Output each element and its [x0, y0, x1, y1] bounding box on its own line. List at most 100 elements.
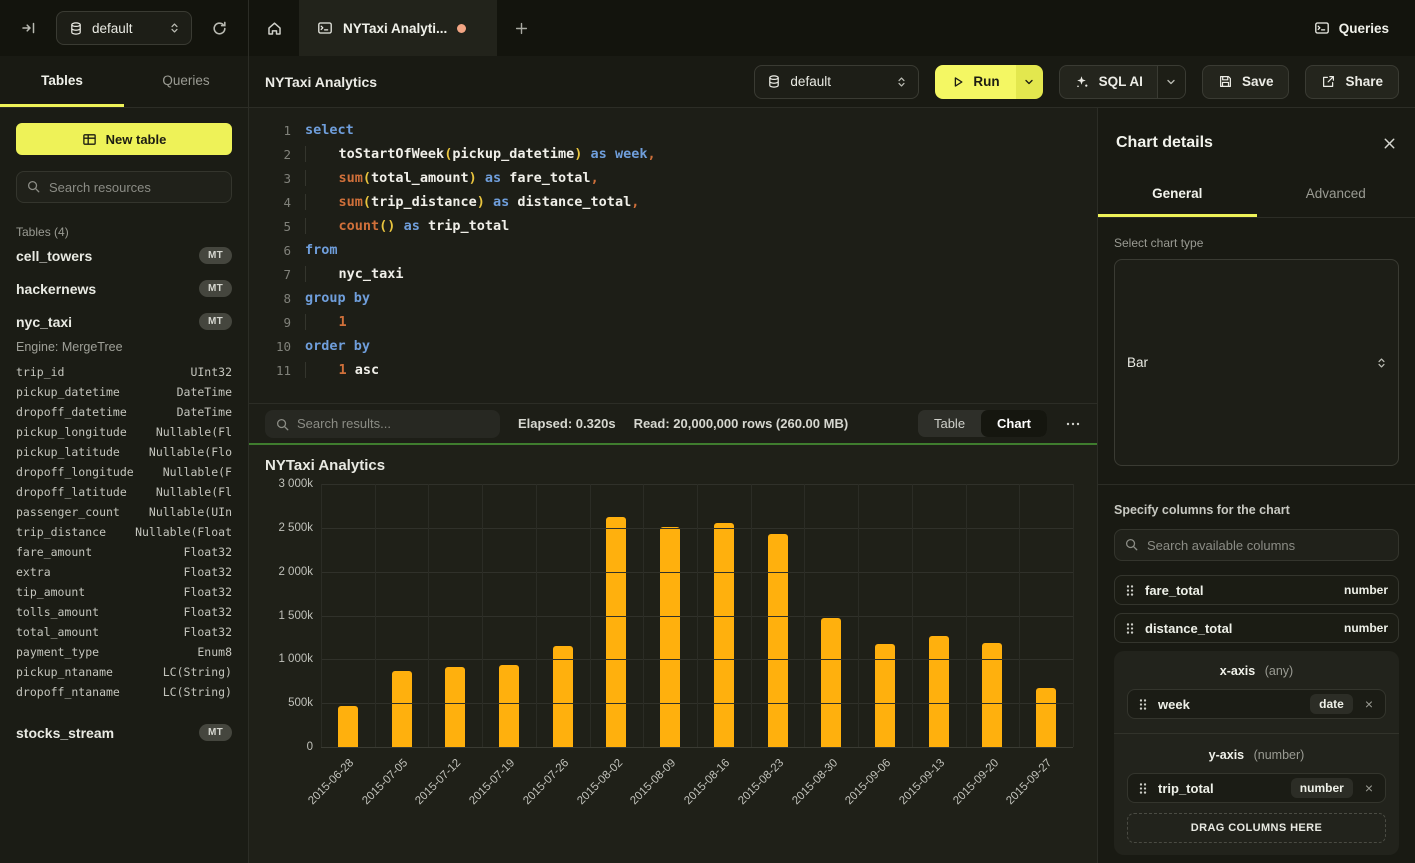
column-name: dropoff_longitude — [16, 465, 134, 479]
run-button[interactable]: Run — [935, 65, 1015, 99]
drag-handle-icon[interactable] — [1138, 782, 1148, 795]
bar[interactable] — [1036, 688, 1056, 747]
tab-general[interactable]: General — [1098, 174, 1257, 217]
sql-ai-options-button[interactable] — [1157, 66, 1185, 98]
terminal-icon — [1314, 20, 1330, 36]
sql-ai-button[interactable]: SQL AI — [1060, 66, 1157, 98]
tab-advanced[interactable]: Advanced — [1257, 174, 1415, 217]
home-icon — [266, 20, 283, 37]
search-columns-input[interactable] — [1114, 529, 1399, 561]
table-row[interactable]: nyc_taxiMT — [16, 305, 232, 338]
code-line: 5 count() as trip_total — [249, 214, 1097, 238]
new-tab-button[interactable] — [497, 0, 545, 56]
table-row[interactable]: hackernewsMT — [16, 272, 232, 305]
bar[interactable] — [499, 665, 519, 747]
more-options-icon[interactable] — [1065, 416, 1081, 432]
column-chip[interactable]: trip_totalnumber× — [1127, 773, 1386, 803]
drag-columns-dropzone[interactable]: DRAG COLUMNS HERE — [1127, 813, 1386, 843]
share-button[interactable]: Share — [1305, 65, 1399, 99]
gridline-vertical — [536, 484, 537, 747]
gridline-vertical — [428, 484, 429, 747]
drag-handle-icon[interactable] — [1125, 622, 1135, 635]
column-type: Nullable(Flo — [149, 445, 232, 459]
search-results-input[interactable] — [265, 410, 500, 438]
column-row: dropoff_datetimeDateTime — [16, 402, 232, 422]
tab-title: NYTaxi Analyti... — [343, 21, 447, 36]
bar[interactable] — [606, 517, 626, 747]
column-row: pickup_datetimeDateTime — [16, 382, 232, 402]
table-engine-label: Engine: MergeTree — [16, 338, 232, 362]
bar[interactable] — [768, 534, 788, 747]
column-chip[interactable]: weekdate× — [1127, 689, 1386, 719]
run-options-button[interactable] — [1016, 65, 1043, 99]
sql-editor[interactable]: 1select2 toStartOfWeek(pickup_datetime) … — [249, 108, 1097, 403]
bar[interactable] — [714, 523, 734, 747]
bar[interactable] — [982, 643, 1002, 747]
sidebar-tab-tables[interactable]: Tables — [0, 56, 124, 107]
table-row[interactable]: cell_towersMT — [16, 239, 232, 272]
column-type: Nullable(UIn — [149, 505, 232, 519]
results-search — [265, 410, 500, 438]
refresh-icon[interactable] — [204, 13, 234, 43]
remove-column-icon[interactable]: × — [1363, 780, 1375, 796]
x-axis-hint: (any) — [1265, 664, 1293, 678]
column-row: fare_amountFloat32 — [16, 542, 232, 562]
drag-handle-icon[interactable] — [1125, 584, 1135, 597]
code-lines: 1select2 toStartOfWeek(pickup_datetime) … — [249, 118, 1097, 382]
view-toggle-table[interactable]: Table — [918, 410, 981, 437]
search-icon — [26, 179, 41, 194]
database-selector[interactable]: default — [56, 11, 192, 45]
columns-search — [1114, 529, 1399, 561]
close-icon[interactable] — [1382, 136, 1397, 151]
code-line: 9 1 — [249, 310, 1097, 334]
code-line: 7 nyc_taxi — [249, 262, 1097, 286]
column-name: fare_amount — [16, 545, 92, 559]
code-text: count() as trip_total — [305, 214, 509, 238]
run-database-selector[interactable]: default — [754, 65, 919, 99]
collapse-sidebar-icon[interactable] — [14, 13, 44, 43]
bar[interactable] — [660, 527, 680, 747]
bar[interactable] — [553, 646, 573, 747]
gridline-vertical — [643, 484, 644, 747]
sparkles-icon — [1074, 74, 1090, 90]
tables-list: cell_towersMThackernewsMTnyc_taxiMTEngin… — [16, 239, 232, 749]
remove-column-icon[interactable]: × — [1363, 696, 1375, 712]
column-row: total_amountFloat32 — [16, 622, 232, 642]
bar[interactable] — [445, 667, 465, 747]
queries-button[interactable]: Queries — [1288, 0, 1415, 56]
gridline-vertical — [858, 484, 859, 747]
chart-details-title: Chart details — [1116, 134, 1213, 152]
code-text: 1 asc — [305, 358, 379, 382]
line-number: 8 — [249, 291, 291, 306]
home-tab-button[interactable] — [249, 0, 299, 56]
column-name: pickup_longitude — [16, 425, 127, 439]
sidebar-tab-queries[interactable]: Queries — [124, 56, 248, 107]
chart-type-selector[interactable]: Bar — [1114, 259, 1399, 466]
drag-handle-icon[interactable] — [1138, 698, 1148, 711]
bar[interactable] — [338, 706, 358, 747]
save-icon — [1218, 74, 1233, 89]
column-name: pickup_datetime — [16, 385, 120, 399]
new-table-button[interactable]: New table — [16, 123, 232, 155]
editor-toolbar: NYTaxi Analytics default Run SQL AI — [249, 56, 1415, 108]
code-text: from — [305, 238, 338, 262]
queries-button-label: Queries — [1339, 21, 1389, 36]
axes-card: x-axis (any) weekdate× y-axis (number) t… — [1114, 651, 1399, 855]
line-number: 9 — [249, 315, 291, 330]
save-button[interactable]: Save — [1202, 65, 1290, 99]
table-row[interactable]: stocks_streamMT — [16, 716, 232, 749]
search-resources-input[interactable] — [16, 171, 232, 203]
tab-nytaxi-analytics[interactable]: NYTaxi Analyti... — [299, 0, 497, 56]
column-row: tolls_amountFloat32 — [16, 602, 232, 622]
bar[interactable] — [392, 671, 412, 747]
code-line: 10order by — [249, 334, 1097, 358]
gridline-vertical — [804, 484, 805, 747]
table-columns: trip_idUInt32pickup_datetimeDateTimedrop… — [16, 362, 232, 716]
unsaved-changes-dot — [457, 24, 466, 33]
view-toggle-chart[interactable]: Chart — [981, 410, 1047, 437]
column-chip[interactable]: distance_totalnumber — [1114, 613, 1399, 643]
bar[interactable] — [821, 618, 841, 747]
table-engine-badge: MT — [199, 724, 232, 741]
column-chip[interactable]: fare_totalnumber — [1114, 575, 1399, 605]
bar[interactable] — [929, 636, 949, 747]
